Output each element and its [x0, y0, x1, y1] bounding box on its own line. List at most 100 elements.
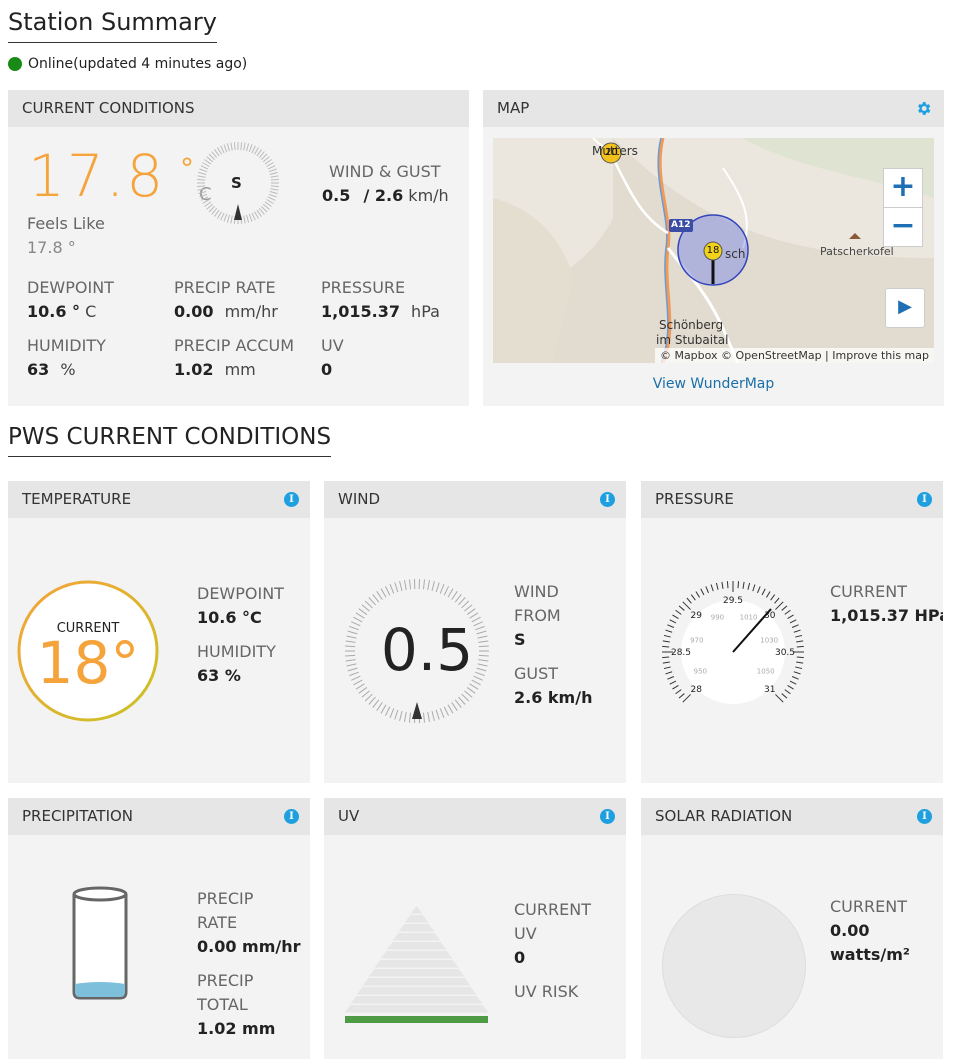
barometer-gauge-icon: 2828.52929.53030.531 950970990 1010103010…	[662, 581, 804, 704]
pressure-label: PRESSURE	[321, 278, 406, 297]
pws-section-title: PWS CURRENT CONDITIONS	[8, 424, 332, 457]
uv-pyramid-step	[410, 906, 423, 914]
gust-value: 2.6 km/h	[514, 688, 593, 707]
uv-pyramid-step	[344, 1005, 489, 1013]
precip-rate-label-line2: RATE	[197, 913, 238, 932]
precip-rate-value: 0.00 mm/hr	[174, 302, 278, 321]
dewpoint-label: DEWPOINT	[197, 584, 284, 603]
humidity-value: 63 %	[27, 360, 76, 379]
uv-pyramid-step	[386, 942, 447, 950]
status-text: Online(updated 4 minutes ago)	[28, 56, 248, 72]
uv-risk-pyramid-icon	[344, 906, 489, 1023]
wind-speed-value: 0.5	[380, 616, 474, 684]
dewpoint-value: 10.6 ° C	[27, 302, 97, 321]
barometer-tick-label: 31	[764, 685, 775, 695]
precipitation-panel: PRECIPITATION i PRECIP RATE 0.00 mm/hr PR…	[8, 798, 310, 1059]
solar-current-label: CURRENT	[830, 897, 907, 916]
solar-radiation-dial	[662, 894, 806, 1038]
wind-panel: WIND i 0.5 WIND FROM S GUST 2.6 km/h	[324, 481, 626, 783]
panel-title: SOLAR RADIATION i	[641, 798, 943, 835]
uv-pyramid-step	[380, 951, 453, 959]
temp-current-value: 18°	[36, 629, 140, 697]
info-icon[interactable]: i	[284, 492, 299, 507]
pressure-current-label: CURRENT	[830, 582, 907, 601]
feels-like-value: 17.8 °	[27, 238, 76, 257]
play-button[interactable]: ▶	[885, 288, 925, 328]
precip-accum-label: PRECIP ACCUM	[174, 336, 295, 355]
gear-icon[interactable]	[915, 100, 932, 117]
panel-title: CURRENT CONDITIONS	[8, 90, 469, 127]
barometer-tick-label: 28.5	[671, 648, 691, 658]
uv-risk-label: UV RISK	[514, 982, 579, 1001]
map-attribution[interactable]: © Mapbox © OpenStreetMap | Improve this …	[654, 348, 934, 363]
wind-gust-value: 0.5 / 2.6 km/h	[322, 186, 449, 205]
barometer-inner-label: 970	[690, 637, 703, 645]
barometer-tick-label: 29	[691, 611, 703, 621]
panel-title: WIND i	[324, 481, 626, 518]
panel-title: UV i	[324, 798, 626, 835]
map-cluster-18[interactable]: 18	[706, 245, 720, 256]
zoom-out-button[interactable]: −	[883, 208, 923, 247]
compass-direction: S	[231, 174, 242, 192]
humidity-label: HUMIDITY	[197, 642, 276, 661]
info-icon[interactable]: i	[917, 809, 932, 824]
map-road-label: A12	[671, 220, 691, 230]
pressure-value: 1,015.37 hPa	[321, 302, 440, 321]
barometer-inner-label: 950	[694, 667, 707, 675]
humidity-value: 63 %	[197, 666, 241, 685]
solar-radiation-panel: SOLAR RADIATION i CURRENT 0.00 watts/m²	[641, 798, 943, 1059]
map-label-town: sch	[725, 247, 746, 261]
pressure-panel: PRESSURE i 28 28.5 29 29.5 30 30.5 31 950 970 990…	[641, 481, 943, 783]
dewpoint-label: DEWPOINT	[27, 278, 114, 297]
uv-pyramid-step	[350, 996, 483, 1004]
map-label-stubaital: im Stubaital	[656, 333, 729, 347]
uv-pyramid-step	[392, 933, 441, 941]
barometer-inner-label: 1050	[757, 667, 775, 675]
uv-pyramid-step	[374, 960, 459, 968]
barometer-tick-label: 28	[691, 685, 703, 695]
current-temperature: 17.8	[28, 142, 166, 210]
info-icon[interactable]: i	[600, 809, 615, 824]
wind-from-label-line2: FROM	[514, 606, 561, 625]
map-cluster-20[interactable]: 20	[605, 147, 618, 158]
uv-pyramid-step	[362, 978, 471, 986]
precip-rate-label-line1: PRECIP	[197, 889, 254, 908]
uv-pyramid-step	[398, 924, 435, 932]
info-icon[interactable]: i	[600, 492, 615, 507]
uv-value: 0	[321, 360, 333, 379]
dewpoint-value: 10.6 °C	[197, 608, 262, 627]
station-status: Online(updated 4 minutes ago)	[8, 56, 247, 72]
precip-rate-value: 0.00 mm/hr	[197, 937, 301, 956]
barometer-inner-label: 1030	[760, 637, 778, 645]
uv-pyramid-step	[356, 987, 477, 995]
uv-current-label-line2: UV	[514, 924, 537, 943]
info-icon[interactable]: i	[917, 492, 932, 507]
precip-total-label-line1: PRECIP	[197, 971, 254, 990]
precip-total-value: 1.02 mm	[197, 1019, 276, 1038]
info-icon[interactable]: i	[284, 809, 299, 824]
feels-like-label: Feels Like	[27, 214, 105, 233]
panel-title: TEMPERATURE i	[8, 481, 310, 518]
online-indicator-icon	[8, 57, 22, 71]
panel-title: MAP	[483, 90, 944, 127]
zoom-in-button[interactable]: +	[883, 168, 923, 208]
panel-title: PRECIPITATION i	[8, 798, 310, 835]
precip-rate-label: PRECIP RATE	[174, 278, 276, 297]
barometer-tick-label: 30.5	[775, 648, 795, 658]
uv-current-label-line1: CURRENT	[514, 900, 591, 919]
solar-current-unit: watts/m²	[830, 945, 910, 964]
view-wundermap-link[interactable]: View WunderMap	[483, 376, 944, 392]
rain-gauge-icon	[72, 886, 128, 1000]
map-canvas[interactable]: Mutters 20 A12 18 sch Patscherkofel Schö…	[493, 138, 934, 363]
pressure-current-value: 1,015.37 HPa	[830, 606, 943, 625]
temp-degree: °	[180, 152, 194, 185]
map-label-schonberg: Schönberg	[659, 318, 724, 332]
uv-pyramid-step	[368, 969, 465, 977]
uv-panel: UV i CURRENT UV 0 UV RISK	[324, 798, 626, 1059]
precip-accum-value: 1.02 mm	[174, 360, 256, 379]
gust-label: GUST	[514, 664, 559, 683]
uv-pyramid-step	[404, 915, 429, 923]
page-title: Station Summary	[8, 8, 217, 43]
humidity-label: HUMIDITY	[27, 336, 106, 355]
temperature-panel: TEMPERATURE i CURRENT 18° DEWPOINT 10.6 °…	[8, 481, 310, 783]
